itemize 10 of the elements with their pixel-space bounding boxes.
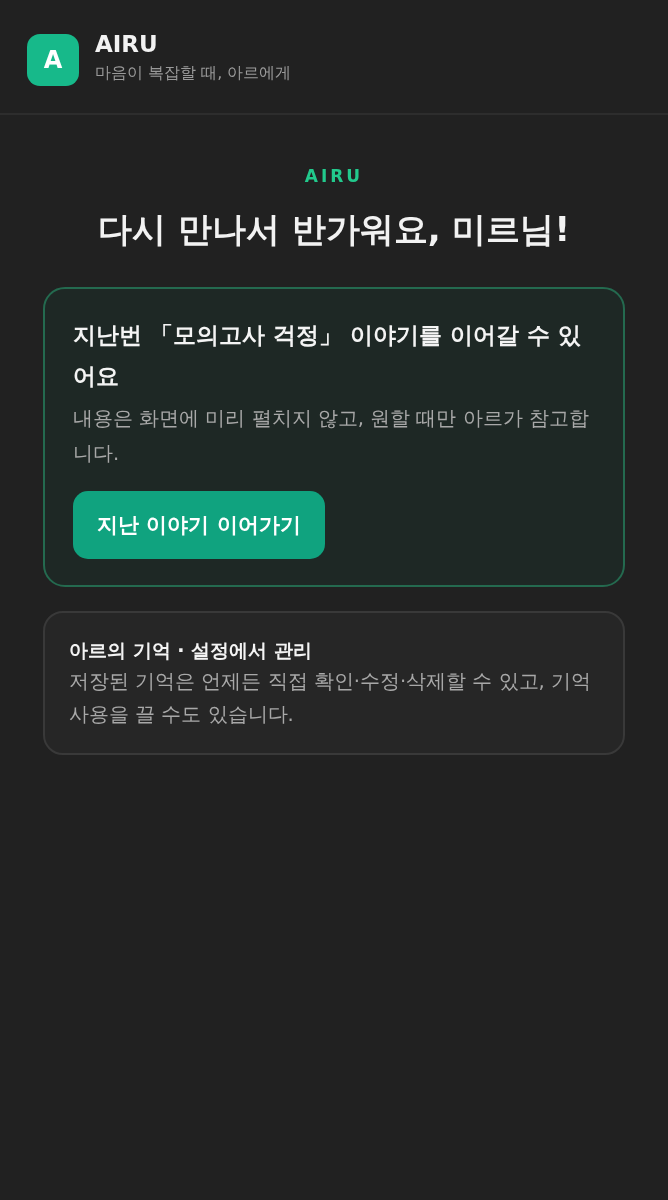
welcome-headline: 다시 만나서 반가워요, 미르님! bbox=[98, 208, 570, 251]
card-title: 지난번 「모의고사 걱정」 이야기를 이어갈 수 있어요 bbox=[73, 321, 583, 391]
card-description: 저장된 기억은 언제든 직접 확인·수정·삭제할 수 있고, 기억 사용을 끌 수도 있습니다. bbox=[69, 669, 592, 728]
card-title: 아르의 기억 · 설정에서 관리 bbox=[69, 638, 313, 663]
card-description: 내용은 화면에 미리 펼치지 않고, 원할 때만 아르가 참고합니다. bbox=[73, 406, 590, 467]
app-tagline: 마음이 복잡할 때, 아르에게 bbox=[95, 62, 292, 84]
continue-button[interactable]: 지난 이야기 이어가기 bbox=[73, 491, 325, 559]
app-title: AIRU bbox=[95, 30, 159, 58]
app-logo: A bbox=[27, 34, 79, 86]
eyebrow-label: AIRU bbox=[304, 165, 364, 187]
